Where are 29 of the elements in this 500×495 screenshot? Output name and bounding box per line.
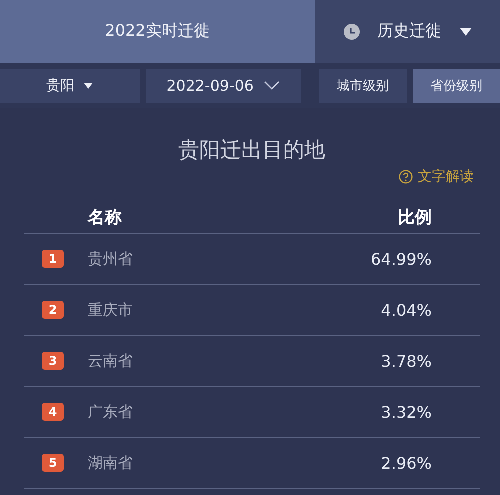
- region-name: 广东省: [88, 402, 134, 422]
- rank-badge: 1: [42, 250, 64, 268]
- column-header: 比例: [398, 207, 432, 229]
- caret-icon: [460, 28, 472, 36]
- help-link[interactable]: 文字解读: [399, 168, 480, 186]
- caret-icon: [84, 82, 94, 88]
- share-value: 3.78%: [381, 352, 432, 370]
- share-value: 2.96%: [381, 454, 432, 472]
- share-value: 3.32%: [381, 402, 432, 422]
- region-name: 贵州省: [88, 250, 134, 268]
- region-name: 湖南省: [88, 454, 134, 472]
- question-icon: [399, 170, 413, 184]
- chevron-down-icon: [264, 81, 280, 90]
- region-name: 云南省: [88, 352, 134, 370]
- rank-badge: 4: [42, 403, 64, 421]
- column-header: 名称: [88, 207, 122, 229]
- panel-title: 贵阳迁出目的地: [178, 137, 326, 164]
- level-tab[interactable]: 省份级别: [413, 68, 500, 102]
- share-value: 4.04%: [381, 300, 432, 320]
- rank-badge: 3: [42, 352, 64, 370]
- region-name: 重庆市: [88, 300, 134, 320]
- rank-badge: 2: [42, 301, 64, 319]
- city-dropdown[interactable]: 贵阳: [0, 68, 140, 102]
- mode-tab[interactable]: 2022实时迁徙: [0, 0, 315, 63]
- level-tab[interactable]: 城市级别: [318, 68, 408, 102]
- rank-badge: 5: [42, 454, 64, 472]
- share-value: 64.99%: [370, 250, 432, 268]
- date-picker[interactable]: 2022-09-06: [146, 68, 302, 102]
- clock-icon: [344, 24, 360, 40]
